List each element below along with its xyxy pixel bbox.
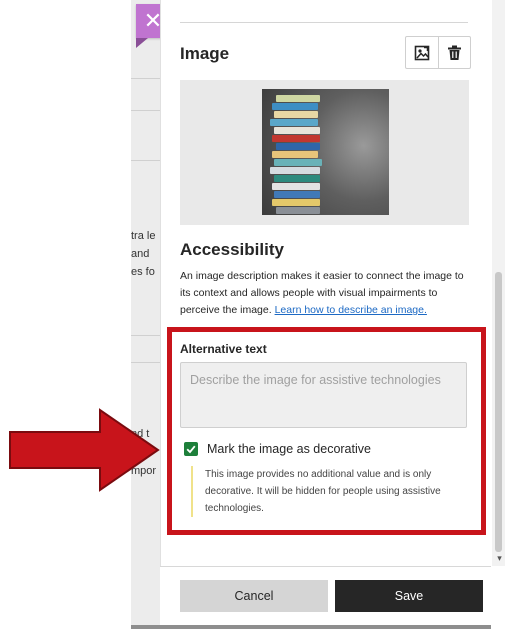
replace-image-icon <box>414 45 430 60</box>
panel-footer: Cancel Save <box>160 566 491 626</box>
background-text: and <box>131 248 150 260</box>
divider <box>131 78 160 79</box>
trash-icon <box>447 45 461 60</box>
divider <box>131 110 160 111</box>
delete-image-button[interactable] <box>437 37 471 68</box>
panel-bottom-edge <box>131 625 491 629</box>
background-text: tra le <box>131 230 156 242</box>
close-tab-fold <box>136 38 148 48</box>
book-stack-photo <box>262 89 389 215</box>
image-actions <box>405 36 471 69</box>
save-button[interactable]: Save <box>335 580 483 612</box>
learn-more-link[interactable]: Learn how to describe an image. <box>275 304 427 316</box>
image-section-title: Image <box>180 44 230 63</box>
replace-image-button[interactable] <box>406 37 438 68</box>
scrollbar-thumb[interactable] <box>495 272 502 552</box>
background-text: es fo <box>131 266 155 278</box>
cancel-button[interactable]: Cancel <box>180 580 328 612</box>
divider <box>180 22 468 23</box>
divider <box>131 160 160 161</box>
divider <box>131 362 160 363</box>
accessibility-title: Accessibility <box>180 240 284 259</box>
divider <box>131 335 160 336</box>
annotation-arrow-icon <box>9 408 160 492</box>
scroll-down-icon[interactable]: ▾ <box>494 552 505 564</box>
annotation-highlight-box <box>167 327 486 535</box>
accessibility-description: An image description makes it easier to … <box>180 268 472 319</box>
image-preview <box>180 80 469 225</box>
background-page: tra le and es fo nd t mpor <box>131 0 160 629</box>
